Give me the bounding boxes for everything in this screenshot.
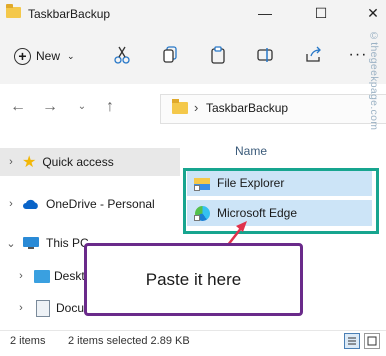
status-item-count: 2 items (10, 335, 46, 347)
copy-button[interactable] (158, 44, 182, 66)
desktop-icon (34, 269, 50, 283)
callout-box: Paste it here (84, 243, 303, 316)
nav-item-label: OneDrive - Personal (46, 197, 155, 211)
folder-icon (6, 4, 21, 18)
copy-icon (163, 46, 177, 63)
chevron-right-icon[interactable]: › (4, 198, 18, 210)
monitor-icon (23, 237, 39, 249)
tiles-view-button[interactable] (364, 333, 380, 349)
nav-item-label: Deskt (54, 269, 85, 283)
back-arrow-icon[interactable]: ← (8, 96, 28, 118)
nav-item-label: Quick access (42, 155, 114, 169)
share-button[interactable] (302, 44, 326, 66)
paste-icon (211, 46, 225, 64)
nav-item-label: Docu (56, 301, 85, 315)
recent-locations-chevron-icon[interactable]: ⌄ (72, 96, 92, 118)
nav-item-label: This PC (46, 236, 89, 250)
close-button[interactable]: ✕ (360, 4, 386, 22)
document-icon (36, 299, 50, 317)
maximize-button[interactable]: ☐ (308, 4, 334, 22)
details-view-icon (348, 337, 356, 345)
chevron-down-icon[interactable]: ⌄ (4, 237, 18, 250)
tiles-view-icon (367, 336, 377, 346)
plus-icon: + (14, 47, 31, 65)
share-icon (306, 46, 321, 62)
details-view-button[interactable] (344, 333, 360, 349)
status-bar (0, 330, 386, 356)
rename-button[interactable] (254, 44, 278, 66)
star-icon: ★ (22, 154, 37, 171)
forward-arrow-icon[interactable]: → (40, 96, 60, 118)
scissors-icon (114, 46, 130, 64)
chevron-down-icon: ⌄ (67, 50, 75, 61)
cloud-icon (23, 199, 38, 209)
cut-button[interactable] (110, 44, 134, 66)
up-arrow-icon[interactable]: ↑ (100, 96, 120, 118)
nav-item-onedrive[interactable]: › OneDrive - Personal (0, 190, 180, 218)
window-title: TaskbarBackup (28, 7, 111, 21)
paste-button[interactable] (206, 44, 230, 66)
callout-text: Paste it here (145, 269, 242, 289)
chevron-right-icon[interactable]: › (14, 302, 28, 314)
folder-icon (172, 99, 188, 114)
more-options-button[interactable]: ··· (346, 44, 370, 66)
breadcrumb-separator-icon[interactable]: › (194, 100, 198, 115)
nav-item-quick-access[interactable]: › ★ Quick access (0, 148, 180, 176)
rename-icon (257, 48, 273, 62)
highlight-box (183, 168, 379, 234)
minimize-button[interactable]: — (252, 4, 278, 22)
status-selection: 2 items selected 2.89 KB (68, 335, 190, 347)
chevron-right-icon[interactable]: › (4, 156, 18, 168)
watermark: ©thegeekpage.com (368, 30, 380, 131)
new-label: New (36, 49, 61, 63)
column-header-name[interactable]: Name (235, 144, 267, 158)
chevron-right-icon[interactable]: › (14, 270, 28, 282)
breadcrumb[interactable]: TaskbarBackup (206, 101, 288, 115)
new-button[interactable]: + New ⌄ (14, 42, 75, 70)
